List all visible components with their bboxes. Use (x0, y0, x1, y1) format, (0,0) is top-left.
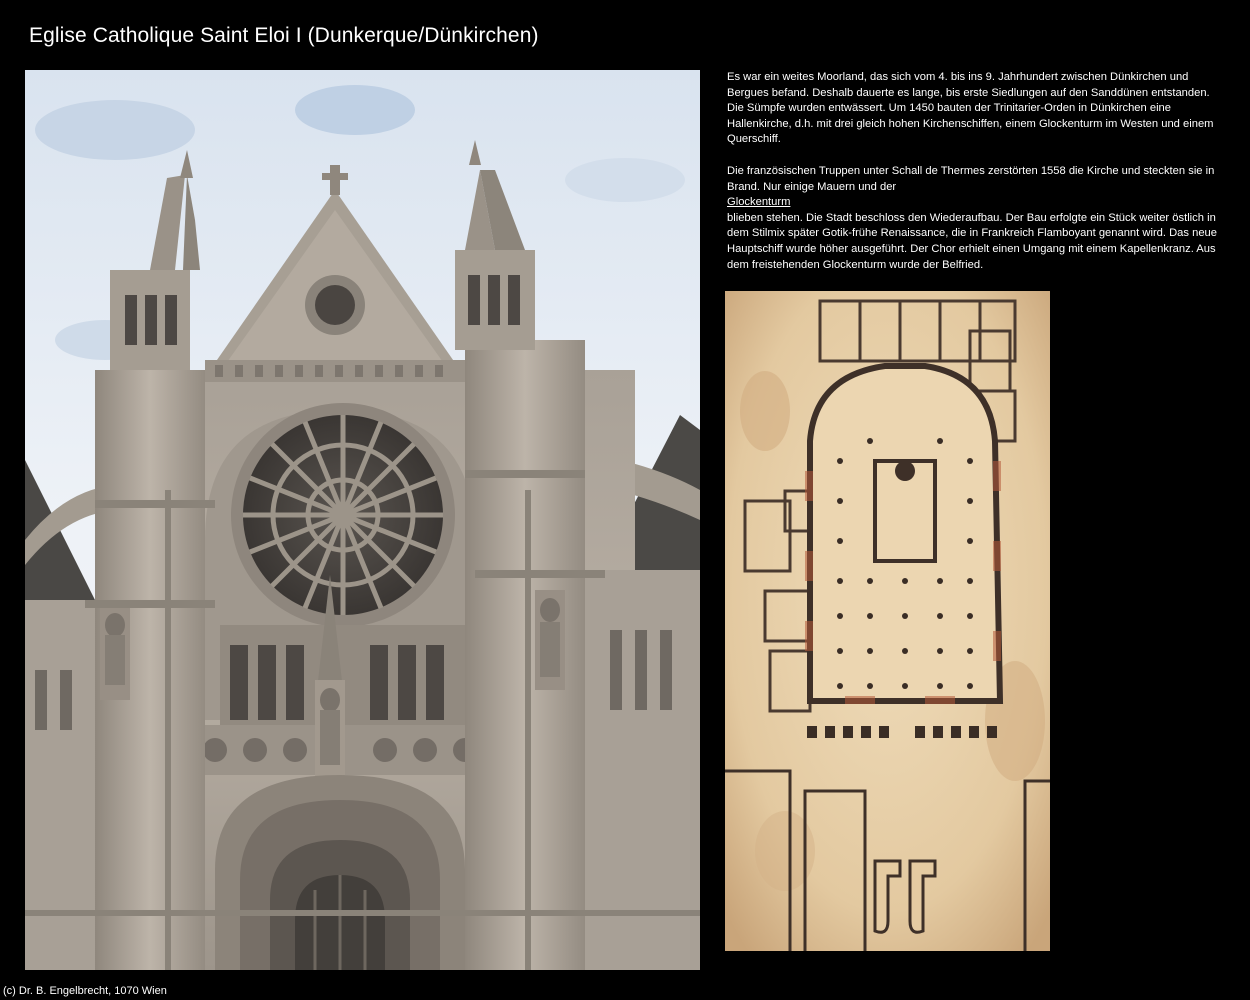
church-facade-illustration (25, 70, 700, 970)
floor-plan-image[interactable] (725, 291, 1050, 951)
description-paragraph-2-start: Die französischen Truppen unter Schall d… (727, 164, 1215, 193)
description-paragraph-2: Die französischen Truppen unter Schall d… (727, 164, 1222, 273)
copyright-notice: (c) Dr. B. Engelbrecht, 1070 Wien (3, 985, 167, 997)
floor-plan-illustration (725, 291, 1050, 951)
description-text: Es war ein weites Moorland, das sich vom… (727, 70, 1222, 273)
church-facade-photo[interactable] (25, 70, 700, 970)
description-paragraph-2-end: blieben stehen. Die Stadt beschloss den … (727, 211, 1217, 271)
glockenturm-link[interactable]: Glockenturm (727, 195, 1222, 211)
description-paragraph-1: Es war ein weites Moorland, das sich vom… (727, 71, 1214, 146)
page-title: Eglise Catholique Saint Eloi I (Dunkerqu… (29, 24, 539, 47)
